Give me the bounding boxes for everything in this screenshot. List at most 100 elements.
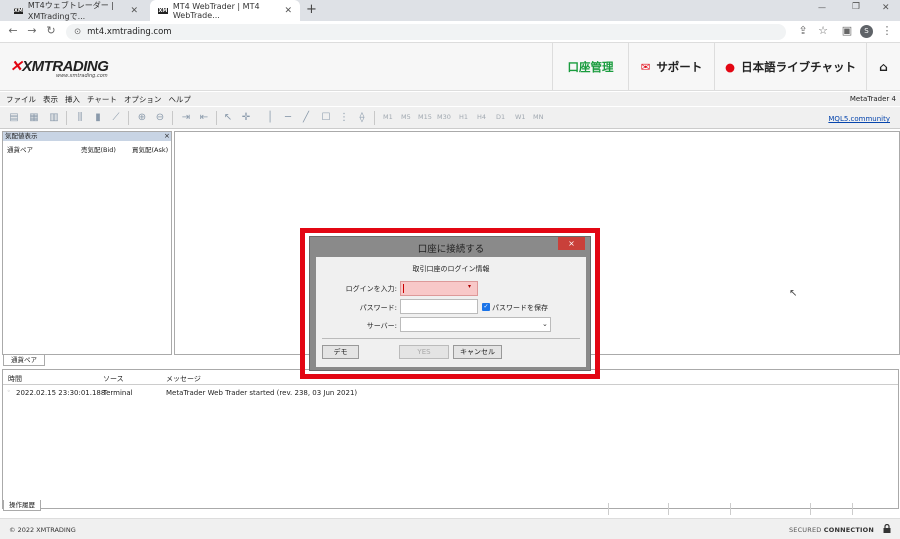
profiles-icon[interactable]: ▦ xyxy=(28,112,40,124)
autoscroll-icon[interactable]: ⇤ xyxy=(198,112,210,124)
chat-link-label: 日本語ライブチャット xyxy=(741,60,856,74)
dialog-subtitle: 取引口座のログイン情報 xyxy=(412,265,490,273)
timeframe-m30[interactable]: M30 xyxy=(437,113,451,121)
toolbar-divider xyxy=(128,111,129,125)
url-bar[interactable]: ⊙ mt4.xmtrading.com xyxy=(66,24,786,40)
cancel-button[interactable]: キャンセル xyxy=(453,345,502,359)
footer: © 2022 XMTRADING SECURED CONNECTION xyxy=(0,518,900,539)
column-header-bid[interactable]: 売気配(Bid) xyxy=(81,144,116,154)
status-divider xyxy=(730,503,731,515)
column-header-ask[interactable]: 買気配(Ask) xyxy=(132,144,168,154)
save-password-checkbox[interactable]: ✓ xyxy=(482,303,490,311)
terminal-panel: 時間 ソース メッセージ ◦ 2022.02.15 23:30:01.188 T… xyxy=(2,369,899,509)
secured-text: SECURED xyxy=(788,526,822,534)
timeframe-h1[interactable]: H1 xyxy=(459,113,468,121)
market-watch-close-icon[interactable]: × xyxy=(164,132,170,140)
menu-options[interactable]: オプション xyxy=(124,94,162,105)
mql5-community-link[interactable]: MQL5.community xyxy=(828,115,890,123)
crosshair-icon[interactable]: ✛ xyxy=(240,112,252,124)
browser-tab-1[interactable]: XM MT4ウェブトレーダー | XMTradingで... ✕ xyxy=(6,0,146,21)
share-icon[interactable]: ⇪ xyxy=(796,24,810,38)
home-icon[interactable]: ⌂ xyxy=(866,43,900,91)
toolbar-divider xyxy=(374,111,375,125)
timeframe-mn[interactable]: MN xyxy=(533,113,543,121)
window-close-icon[interactable]: ✕ xyxy=(882,3,890,13)
forward-arrow-icon[interactable]: → xyxy=(25,24,39,38)
account-management-link[interactable]: 口座管理 xyxy=(552,43,628,91)
column-header-message[interactable]: メッセージ xyxy=(166,374,201,384)
log-source: Terminal xyxy=(103,389,133,397)
timeframe-h4[interactable]: H4 xyxy=(477,113,486,121)
menu-view[interactable]: 表示 xyxy=(43,94,58,105)
xm-favicon-icon: XM xyxy=(158,7,168,14)
timeframe-m5[interactable]: M5 xyxy=(401,113,411,121)
browser-tab-2[interactable]: XM MT4 WebTrader | MT4 WebTrade... ✕ xyxy=(150,0,300,21)
dialog-close-button[interactable]: × xyxy=(558,237,585,250)
reload-icon[interactable]: ↻ xyxy=(44,24,58,38)
market-watch-title-text: 気配値表示 xyxy=(5,132,38,140)
live-chat-link[interactable]: ● 日本語ライブチャット xyxy=(714,43,866,91)
timeframe-m15[interactable]: M15 xyxy=(418,113,432,121)
dialog-title: 口座に接続する xyxy=(417,244,485,255)
server-select[interactable]: ⌄ xyxy=(400,317,551,332)
back-arrow-icon[interactable]: ← xyxy=(6,24,20,38)
timeframe-m1[interactable]: M1 xyxy=(383,113,393,121)
chart-shift-icon[interactable]: ⇥ xyxy=(180,112,192,124)
horizontal-line-icon[interactable]: ─ xyxy=(282,112,294,124)
status-divider xyxy=(608,503,609,515)
table-row[interactable]: ◦ 2022.02.15 23:30:01.188 Terminal MetaT… xyxy=(3,385,898,399)
secured-connection-label: SECURED CONNECTION xyxy=(789,526,874,534)
menu-chart[interactable]: チャート xyxy=(87,94,117,105)
side-panel-icon[interactable]: ▣ xyxy=(840,24,854,38)
column-header-source[interactable]: ソース xyxy=(103,374,124,384)
trendline-icon[interactable]: ╱ xyxy=(300,112,312,124)
tab-journal[interactable]: 操作履歴 xyxy=(3,500,41,511)
new-chart-icon[interactable]: ▤ xyxy=(8,112,20,124)
password-label: パスワード: xyxy=(359,304,397,312)
xm-favicon-icon: XM xyxy=(14,7,23,14)
minimize-icon[interactable]: — xyxy=(818,3,826,12)
vertical-line-icon[interactable]: │ xyxy=(264,112,276,124)
column-header-time[interactable]: 時間 xyxy=(8,374,22,384)
text-label-icon[interactable]: ☐ xyxy=(320,112,332,124)
new-tab-button[interactable]: + xyxy=(306,2,317,17)
status-divider xyxy=(810,503,811,515)
bookmark-star-icon[interactable]: ☆ xyxy=(816,24,830,38)
menu-file[interactable]: ファイル xyxy=(6,94,36,105)
zoom-out-icon[interactable]: ⊖ xyxy=(154,112,166,124)
maximize-icon[interactable]: ❐ xyxy=(852,2,860,12)
market-watch-icon[interactable]: ▥ xyxy=(48,112,60,124)
lock-icon xyxy=(883,524,891,533)
support-link[interactable]: ✉ サポート xyxy=(628,43,714,91)
column-header-symbol[interactable]: 通貨ペア xyxy=(7,144,33,154)
password-field[interactable] xyxy=(400,299,478,314)
demo-button[interactable]: デモ xyxy=(322,345,359,359)
timeframe-w1[interactable]: W1 xyxy=(515,113,526,121)
fibonacci-icon[interactable]: ⋮ xyxy=(338,112,350,124)
dropdown-arrow-icon[interactable]: ▾ xyxy=(468,283,471,290)
site-info-icon[interactable]: ⊙ xyxy=(74,27,81,37)
envelope-icon: ✉ xyxy=(640,60,651,74)
zoom-in-icon[interactable]: ⊕ xyxy=(136,112,148,124)
close-icon[interactable]: ✕ xyxy=(130,6,138,16)
candlestick-icon[interactable]: ▮ xyxy=(92,112,104,124)
market-watch-title: 気配値表示 xyxy=(3,132,171,141)
login-label: ログインを入力: xyxy=(345,285,397,293)
bar-chart-icon[interactable]: ⫼ xyxy=(74,112,86,124)
log-time: 2022.02.15 23:30:01.188 xyxy=(16,389,106,397)
login-combobox[interactable]: ▾ xyxy=(400,281,478,296)
close-icon[interactable]: ✕ xyxy=(284,6,292,16)
timeframe-d1[interactable]: D1 xyxy=(496,113,505,121)
menu-insert[interactable]: 挿入 xyxy=(65,94,80,105)
objects-icon[interactable]: ⟠ xyxy=(356,112,368,124)
profile-avatar[interactable]: S xyxy=(860,25,873,38)
more-menu-icon[interactable]: ⋮ xyxy=(880,24,894,38)
logo-subtext: www.xmtrading.com xyxy=(56,73,108,79)
tab-symbols[interactable]: 通貨ペア xyxy=(3,355,45,366)
chat-bubble-icon: ● xyxy=(725,60,736,74)
line-chart-icon[interactable]: ⟋ xyxy=(110,112,122,124)
cursor-icon[interactable]: ↖ xyxy=(222,112,234,124)
menu-help[interactable]: ヘルプ xyxy=(168,94,191,105)
ok-button[interactable]: YES xyxy=(399,345,449,359)
tab-title: MT4 WebTrader | MT4 WebTrade... xyxy=(172,1,260,20)
